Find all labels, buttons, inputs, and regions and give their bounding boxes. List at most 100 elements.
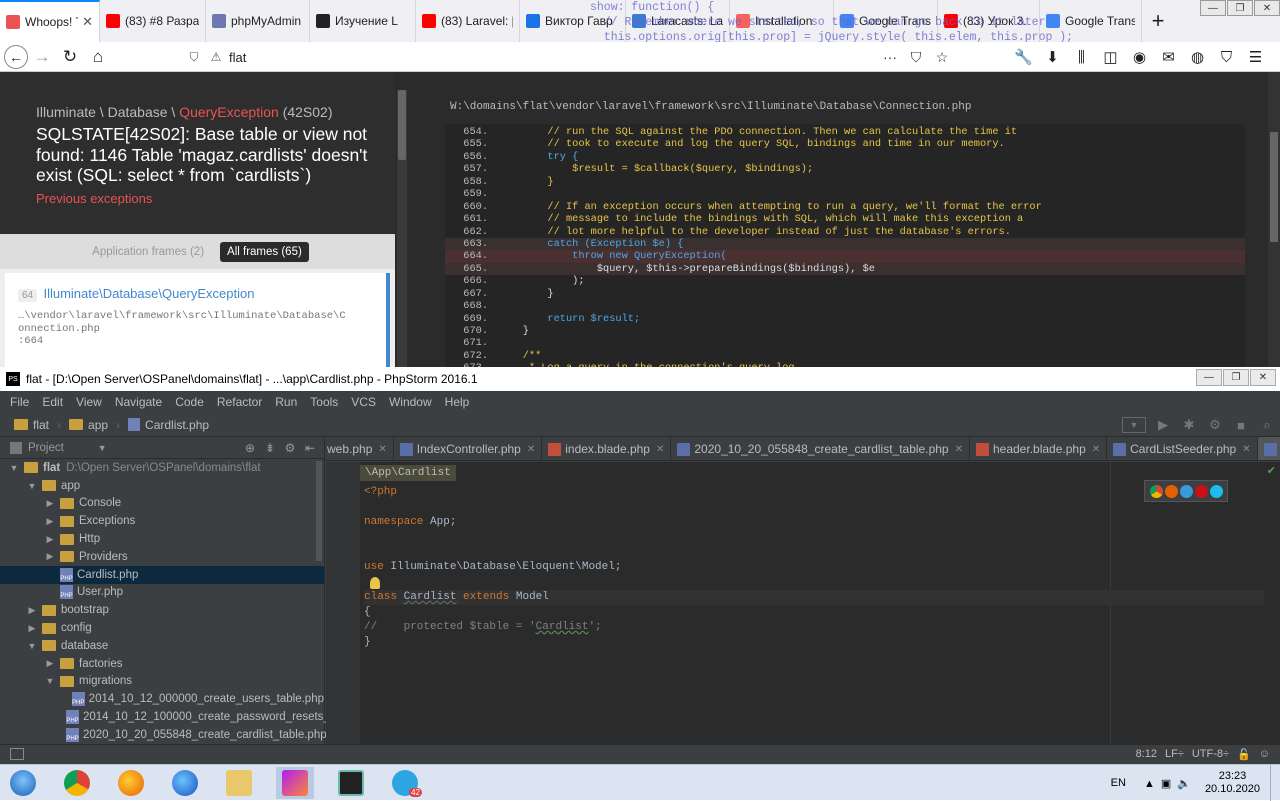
tree-file[interactable]: PHP Cardlist.php (0, 565, 324, 584)
editor-tab[interactable]: Cardlist.php✕ (1257, 437, 1280, 460)
tree-folder[interactable]: ▼ database (0, 637, 324, 655)
tools-icon[interactable]: 🔧 (1009, 48, 1038, 66)
menu-item-help[interactable]: Help (443, 395, 472, 409)
tree-folder[interactable]: ▶ Providers (0, 548, 324, 566)
close-window-button[interactable]: ✕ (1254, 0, 1280, 16)
reload-button[interactable]: ↻ (56, 43, 84, 71)
forward-button[interactable]: → (28, 43, 56, 71)
tree-file[interactable]: PHP 2014_10_12_100000_create_password_res… (0, 708, 355, 726)
left-scrollbar[interactable] (397, 90, 407, 367)
right-scrollbar[interactable] (1268, 72, 1280, 367)
inspection-ok-icon[interactable]: ✔ (1267, 464, 1276, 477)
breadcrumb-file[interactable]: Cardlist.php (128, 418, 209, 432)
editor-tab[interactable]: IndexController.php ✕ (394, 437, 543, 460)
editor-tab[interactable]: header.blade.php ✕ (970, 437, 1108, 460)
debug-icon[interactable]: ✱ (1176, 417, 1202, 433)
application-frames-toggle[interactable]: Application frames (2) (86, 243, 210, 261)
chrome-icon[interactable] (1149, 484, 1163, 498)
opera-icon[interactable] (1194, 484, 1208, 498)
browser-tab[interactable]: Installation (730, 0, 834, 42)
page-info-icon[interactable]: ⚠ (207, 50, 225, 64)
menu-item-code[interactable]: Code (173, 395, 206, 409)
shield-icon[interactable]: ⛉ (185, 50, 203, 65)
ie-icon[interactable] (1209, 484, 1223, 498)
collapsed-arrow-icon[interactable]: ▶ (44, 516, 56, 527)
console-taskbar-icon[interactable] (332, 767, 370, 799)
expanded-arrow-icon[interactable]: ▼ (26, 481, 38, 491)
close-window-button[interactable]: ✕ (1250, 369, 1276, 386)
editor-tab[interactable]: web.php ✕ (325, 437, 394, 460)
previous-exceptions-link[interactable]: Previous exceptions (36, 191, 395, 206)
tree-folder[interactable]: ▶ Http (0, 530, 324, 548)
extension-icon[interactable]: ✉ (1154, 48, 1183, 66)
collapsed-arrow-icon[interactable]: ▶ (26, 605, 38, 616)
firefox-dev-taskbar-icon[interactable] (166, 767, 204, 799)
safari-icon[interactable] (1179, 484, 1193, 498)
tree-folder[interactable]: ▼ migrations (0, 673, 324, 691)
language-indicator[interactable]: EN (1111, 777, 1126, 789)
explorer-taskbar-icon[interactable] (220, 767, 258, 799)
close-tab-icon[interactable]: ✕ (656, 444, 664, 455)
bookmark-star-icon[interactable]: ☆ (929, 49, 955, 66)
hide-icon[interactable]: ⇤ (300, 441, 320, 455)
close-tab-icon[interactable]: ✕ (955, 444, 963, 455)
browser-tab[interactable]: Изучение L (310, 0, 416, 42)
menu-item-view[interactable]: View (74, 395, 104, 409)
run-config-dropdown[interactable]: ▼ (1122, 417, 1146, 433)
pocket-icon[interactable]: ⛉ (903, 49, 929, 66)
url-bar[interactable]: ⛉ ⚠ flat ··· ⛉ ☆ (185, 45, 955, 69)
tree-folder[interactable]: ▶ config (0, 619, 324, 637)
tree-folder[interactable]: ▼ app (0, 477, 324, 495)
chevron-down-icon[interactable]: ▼ (98, 443, 107, 453)
new-tab-button[interactable]: + (1142, 0, 1174, 42)
browser-tab[interactable]: (83) Урок 3. (938, 0, 1040, 42)
editor-breadcrumb[interactable]: \App\Cardlist (360, 465, 456, 481)
expanded-arrow-icon[interactable]: ▼ (8, 463, 20, 473)
collapsed-arrow-icon[interactable]: ▶ (44, 658, 56, 669)
extension-mask-icon[interactable]: ◍ (1183, 48, 1212, 66)
downloads-icon[interactable]: ⬇ (1038, 48, 1067, 66)
search-icon[interactable]: ⌕ (1254, 417, 1280, 433)
editor-content[interactable]: <?php namespace App; use Illuminate\Data… (364, 485, 1264, 650)
telegram-taskbar-icon[interactable]: 42 (386, 767, 424, 799)
page-actions-icon[interactable]: ··· (877, 49, 903, 65)
run-icon[interactable]: ▶ (1150, 417, 1176, 433)
tool-windows-icon[interactable] (10, 748, 24, 760)
close-tab-icon[interactable]: ✕ (378, 444, 386, 455)
tree-folder[interactable]: ▶ Exceptions (0, 512, 324, 530)
expanded-arrow-icon[interactable]: ▼ (26, 641, 38, 651)
browser-tab[interactable]: (83) Laravel: [ (416, 0, 520, 42)
collapsed-arrow-icon[interactable]: ▶ (44, 551, 56, 562)
editor-tab[interactable]: index.blade.php ✕ (542, 437, 672, 460)
browser-tab[interactable]: Laracasts: Lar (626, 0, 730, 42)
tree-file[interactable]: PHP 2014_10_12_000000_create_users_table.… (0, 690, 324, 708)
collapsed-arrow-icon[interactable]: ▶ (26, 623, 38, 634)
close-tab-icon[interactable]: ✕ (527, 444, 535, 455)
target-icon[interactable]: ⊕ (240, 441, 260, 455)
menu-item-navigate[interactable]: Navigate (113, 395, 164, 409)
tree-folder[interactable]: ▶ Console (0, 495, 324, 513)
show-desktop-button[interactable] (1270, 765, 1280, 801)
tree-folder[interactable]: ▶ factories (0, 655, 324, 673)
extension-shield-icon[interactable]: ⛉ (1212, 49, 1241, 66)
file-encoding[interactable]: UTF-8÷ (1192, 748, 1229, 761)
firefox-taskbar-icon[interactable] (112, 767, 150, 799)
tree-scrollbar[interactable] (314, 459, 324, 744)
menu-icon[interactable]: ☰ (1241, 48, 1270, 66)
all-frames-toggle[interactable]: All frames (65) (220, 241, 309, 262)
home-button[interactable]: ⌂ (84, 43, 112, 71)
menu-item-tools[interactable]: Tools (308, 395, 340, 409)
gear-icon[interactable]: ⚙ (280, 441, 300, 455)
browser-tab[interactable]: Whoops! There ✕ (0, 0, 100, 42)
breadcrumb-flat[interactable]: flat (14, 418, 49, 432)
browser-tab[interactable]: Виктор Гавр (520, 0, 626, 42)
back-button[interactable]: ← (4, 44, 28, 69)
minimize-button[interactable]: — (1196, 369, 1222, 386)
firefox-icon[interactable] (1164, 484, 1178, 498)
menu-item-run[interactable]: Run (273, 395, 299, 409)
menu-item-edit[interactable]: Edit (40, 395, 65, 409)
close-tab-icon[interactable]: ✕ (1092, 444, 1100, 455)
tree-file[interactable]: PHP User.php (0, 584, 324, 602)
network-icon[interactable]: ▣ (1161, 778, 1171, 790)
tree-folder[interactable]: ▶ bootstrap (0, 601, 324, 619)
